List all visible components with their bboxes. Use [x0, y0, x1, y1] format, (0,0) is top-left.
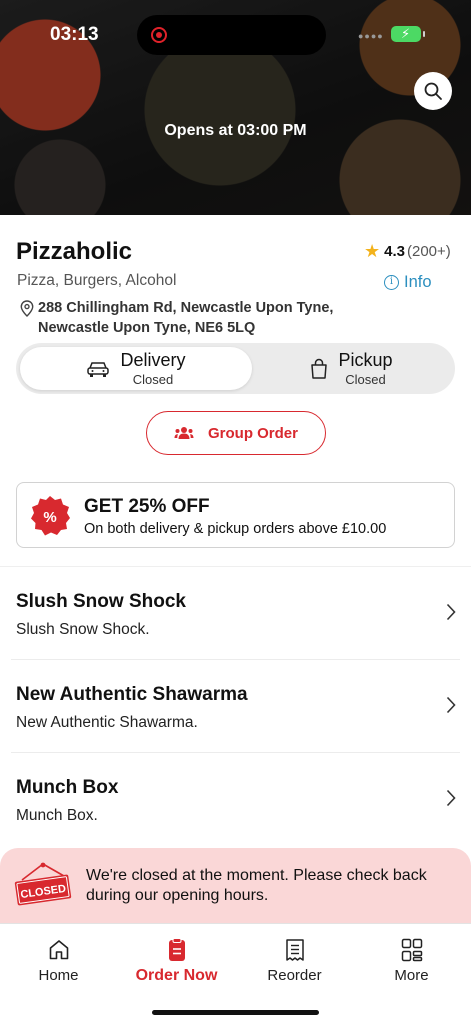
- tab-label: More: [394, 967, 429, 984]
- car-icon: [87, 361, 110, 377]
- address-line-2: Newcastle Upon Tyne, NE6 5LQ: [38, 320, 256, 336]
- tab-more[interactable]: More: [353, 938, 470, 984]
- menu-category-description: Slush Snow Shock.: [16, 621, 150, 638]
- order-icon: [168, 938, 185, 961]
- closed-message: We're closed at the moment. Please check…: [86, 867, 427, 904]
- rating: ★ 4.3 (200+): [364, 241, 451, 262]
- tab-label: Reorder: [267, 967, 322, 984]
- restaurant-name: Pizzaholic: [16, 238, 133, 265]
- hero-banner: 03:13 ●●●● ⚡ Opens at 03:00 PM: [0, 0, 471, 215]
- chevron-right-icon: [446, 789, 456, 807]
- discount-badge-icon: %: [31, 496, 70, 536]
- svg-text:%: %: [43, 509, 56, 526]
- rating-score: 4.3: [384, 243, 405, 260]
- menu-category-title: New Authentic Shawarma: [16, 684, 248, 705]
- menu-category-item[interactable]: Slush Snow Shock Slush Snow Shock.: [11, 567, 460, 660]
- tab-label: Order Now: [135, 967, 218, 984]
- delivery-label: Delivery: [120, 349, 186, 370]
- closed-banner: CLOSED We're closed at the moment. Pleas…: [0, 848, 471, 934]
- order-type-toggle: Delivery Closed Pickup Closed: [16, 343, 455, 394]
- tab-reorder[interactable]: Reorder: [236, 938, 353, 984]
- shopping-bag-icon: [311, 358, 328, 379]
- pickup-label: Pickup: [338, 349, 393, 370]
- home-icon: [49, 940, 68, 960]
- group-order-label: Group Order: [207, 424, 298, 442]
- chevron-right-icon: [446, 696, 456, 714]
- menu-category-title: Slush Snow Shock: [16, 591, 186, 612]
- chevron-right-icon: [446, 603, 456, 621]
- tab-order-now[interactable]: Order Now: [118, 938, 235, 985]
- signal-icon: ●●●●: [358, 31, 384, 41]
- info-link[interactable]: i Info: [384, 273, 432, 292]
- search-icon: [424, 82, 442, 100]
- menu-category-description: New Authentic Shawarma.: [16, 714, 198, 731]
- bottom-tab-bar: Home Order Now Reorder More: [0, 923, 471, 1024]
- location-pin-icon: [20, 300, 34, 317]
- battery-icon: ⚡: [391, 26, 425, 42]
- status-time: 03:13: [50, 24, 99, 45]
- info-icon: i: [384, 275, 399, 290]
- opening-time-text: Opens at 03:00 PM: [164, 122, 307, 139]
- pickup-option[interactable]: Pickup Closed: [252, 347, 451, 390]
- recording-icon: [151, 27, 167, 43]
- dynamic-island: [137, 15, 326, 55]
- delivery-option[interactable]: Delivery Closed: [20, 347, 252, 390]
- address: 288 Chillingham Rd, Newcastle Upon Tyne,…: [20, 298, 333, 338]
- info-label: Info: [404, 273, 432, 291]
- tab-label: Home: [38, 967, 79, 984]
- offer-title: GET 25% OFF: [84, 496, 210, 517]
- star-icon: ★: [364, 241, 381, 261]
- closed-sign-icon: CLOSED: [14, 862, 72, 906]
- delivery-status: Closed: [132, 371, 174, 387]
- rating-count: (200+): [407, 243, 451, 260]
- tab-home[interactable]: Home: [0, 938, 117, 984]
- cuisine-list: Pizza, Burgers, Alcohol: [17, 272, 177, 289]
- receipt-icon: [285, 939, 304, 961]
- menu-category-title: Munch Box: [16, 777, 119, 798]
- offer-description: On both delivery & pickup orders above £…: [84, 521, 387, 537]
- menu-category-item[interactable]: New Authentic Shawarma New Authentic Sha…: [11, 660, 460, 753]
- menu-category-item[interactable]: Munch Box Munch Box.: [11, 753, 460, 846]
- group-order-button[interactable]: Group Order: [146, 411, 326, 455]
- pickup-status: Closed: [345, 371, 386, 387]
- menu-category-description: Munch Box.: [16, 807, 98, 824]
- offer-card[interactable]: % GET 25% OFF On both delivery & pickup …: [16, 482, 455, 548]
- grid-icon: [401, 938, 422, 962]
- home-indicator[interactable]: [152, 1010, 319, 1015]
- search-button[interactable]: [414, 72, 452, 110]
- address-line-1: 288 Chillingham Rd, Newcastle Upon Tyne,: [38, 300, 334, 316]
- group-icon: [174, 427, 194, 439]
